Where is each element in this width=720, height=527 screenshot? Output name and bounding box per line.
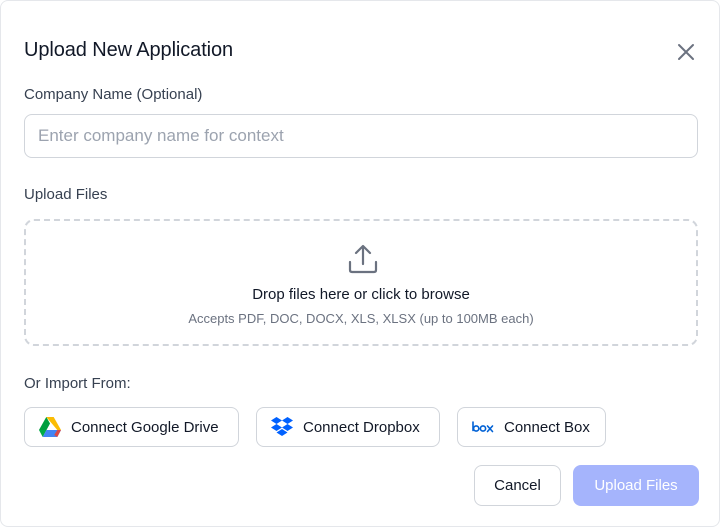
accepted-formats-text: Accepts PDF, DOC, DOCX, XLS, XLSX (up to… xyxy=(188,311,534,326)
connect-dropbox-label: Connect Dropbox xyxy=(303,418,420,436)
company-name-input[interactable] xyxy=(24,114,698,158)
upload-application-dialog: Upload New Application Company Name (Opt… xyxy=(0,0,720,527)
dropzone-instructions: Drop files here or click to browse xyxy=(252,286,470,303)
connect-box-label: Connect Box xyxy=(504,418,590,436)
connect-dropbox-button[interactable]: Connect Dropbox xyxy=(256,407,440,447)
connect-google-drive-button[interactable]: Connect Google Drive xyxy=(24,407,239,447)
dialog-title: Upload New Application xyxy=(24,39,234,61)
cancel-button[interactable]: Cancel xyxy=(474,465,561,506)
import-from-label: Or Import From: xyxy=(24,375,131,392)
box-icon xyxy=(472,421,494,433)
file-dropzone[interactable]: Drop files here or click to browse Accep… xyxy=(24,219,698,346)
dropbox-icon xyxy=(271,417,293,437)
upload-icon xyxy=(348,244,378,274)
company-name-label: Company Name (Optional) xyxy=(24,86,203,103)
close-icon xyxy=(678,44,694,60)
close-button[interactable] xyxy=(672,38,700,66)
upload-files-label: Upload Files xyxy=(24,186,108,203)
connect-box-button[interactable]: Connect Box xyxy=(457,407,606,447)
connect-google-drive-label: Connect Google Drive xyxy=(71,418,219,436)
google-drive-icon xyxy=(39,417,61,437)
upload-files-button[interactable]: Upload Files xyxy=(573,465,699,506)
